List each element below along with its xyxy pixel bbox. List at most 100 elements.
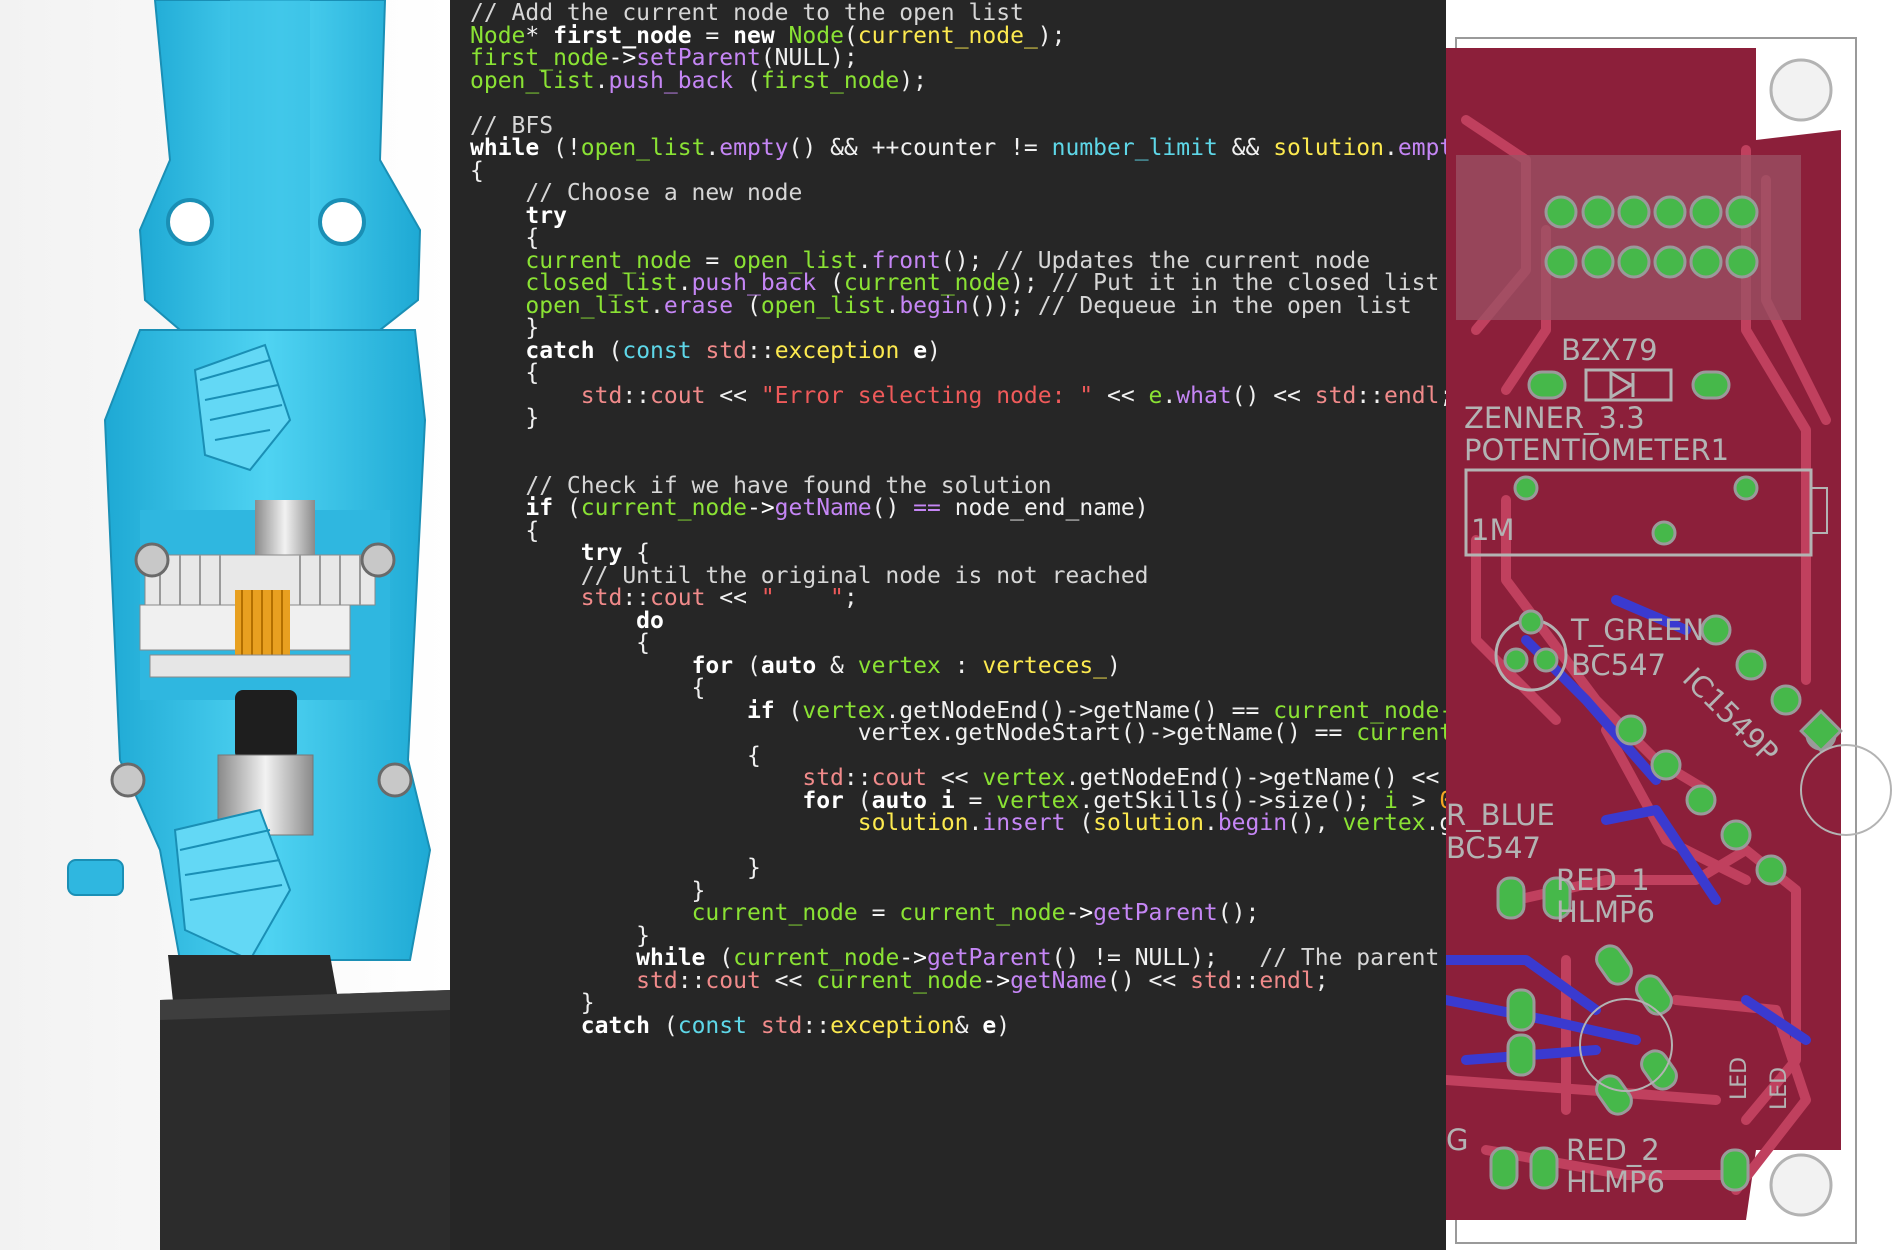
code-token: cout [650, 382, 706, 409]
code-token: :: [1231, 967, 1260, 994]
code-token: ; [1314, 967, 1329, 994]
code-token: const [622, 337, 692, 364]
code-line: std::cout << "Error selecting node: " <<… [470, 383, 1446, 410]
code-token: -> [1065, 900, 1094, 926]
code-token: ; [843, 585, 858, 611]
code-token: } [470, 405, 540, 431]
code-token: insert [982, 810, 1066, 836]
code-token: == [913, 495, 941, 521]
code-token: & [816, 652, 858, 679]
code-token: std [580, 382, 623, 409]
code-token: std [1314, 382, 1357, 409]
code-token: endl [1259, 967, 1315, 994]
code-token: . [968, 810, 983, 836]
code-token: e [913, 337, 928, 364]
pcb-label-bc547-b: BC547 [1446, 831, 1541, 865]
pcb-label-g: G [1446, 1123, 1468, 1157]
code-token: << [705, 585, 761, 611]
code-token: (); [1217, 900, 1260, 926]
code-line: while (!open_list.empty() && ++counter !… [470, 135, 1446, 162]
code-token: ( [733, 67, 761, 94]
code-token: open_list [470, 67, 595, 94]
code-token: . [1383, 135, 1398, 161]
pcb-label-potentiometer: POTENTIOMETER1 [1464, 433, 1729, 467]
code-token: . [705, 135, 720, 161]
code-token: ( [650, 1012, 678, 1039]
code-line: solution.insert (solution.begin(), verte… [470, 810, 1446, 837]
code-token: : [940, 652, 983, 679]
code-token: current_node [580, 495, 747, 521]
code-token: exception [830, 1012, 955, 1039]
code-token: empty [719, 135, 789, 161]
code-token: -> [982, 967, 1011, 994]
code-token: what [1176, 382, 1232, 409]
code-token: = [857, 900, 900, 926]
code-token: :: [677, 967, 706, 994]
code-token: & [954, 1012, 983, 1039]
code-token: number_limit [1051, 135, 1218, 161]
code-token: :: [802, 1012, 831, 1039]
code-token: std [760, 1012, 803, 1039]
code-token: first_node [760, 67, 900, 94]
code-token: e [1148, 382, 1163, 409]
code-token: ); [1037, 22, 1066, 49]
code-token: getParent [1093, 900, 1218, 926]
code-token: . [1203, 810, 1218, 836]
pcb-label-led-b: LED [1767, 1067, 1792, 1110]
code-token: :: [622, 382, 651, 409]
code-token: solution [857, 810, 969, 836]
code-token: open_list [525, 292, 651, 319]
code-token: << [705, 382, 761, 409]
code-token: ); [899, 67, 927, 94]
code-token: << [1093, 382, 1149, 409]
code-token: :: [747, 337, 775, 364]
code-token: . [594, 67, 609, 94]
pcb-label-bc547-a: BC547 [1571, 648, 1666, 682]
code-editor[interactable]: // Add the current node to the open list… [450, 0, 1446, 1250]
code-token: -> [746, 495, 775, 521]
code-token: << [760, 967, 817, 994]
code-token: e [982, 1012, 997, 1039]
robot-arm-render [0, 0, 450, 1250]
code-token: verteces_ [982, 652, 1108, 679]
code-token: // Dequeue in the open list [1037, 292, 1412, 319]
pcb-label-red-2: RED_2 [1566, 1133, 1660, 1167]
code-token: ( [733, 292, 761, 319]
code-token: current [1356, 720, 1446, 746]
code-token: begin [899, 292, 969, 319]
code-token: catch [580, 1012, 651, 1039]
code-token: std [1190, 967, 1232, 994]
code-token: . [1162, 382, 1177, 409]
code-token: current_node [816, 967, 983, 994]
code-token: . [885, 292, 900, 319]
code-token: () && ++counter != [788, 135, 1052, 161]
code-line: std::cout << current_node->getName() << … [470, 967, 1329, 995]
pcb-label-bzx79: BZX79 [1561, 333, 1658, 367]
code-token: vertex [857, 652, 941, 679]
pcb-label-red-1: RED_1 [1556, 863, 1650, 897]
code-token: current_node_ [857, 22, 1038, 49]
code-token: begin [1217, 810, 1288, 836]
pcb-label-zenner: ZENNER_3.3 [1464, 401, 1645, 435]
code-token: () [871, 495, 914, 521]
code-token: current_node [899, 900, 1066, 926]
code-line: open_list.erase (open_list.begin()); // … [470, 292, 1412, 320]
pcb-label-r-blue: R_BLUE [1446, 798, 1555, 832]
code-token: () << [1107, 967, 1191, 994]
pcb-label-1m: 1M [1471, 513, 1514, 547]
code-token: && [1217, 135, 1274, 161]
code-token: ()); [968, 292, 1038, 319]
code-token: getName [1010, 967, 1108, 994]
code-token: node_end_name) [940, 495, 1149, 521]
code-token: ( [553, 495, 581, 521]
code-token: open_list [760, 292, 886, 319]
code-token: current_node [691, 900, 858, 926]
code-token: "Error selecting node: " [760, 382, 1094, 409]
code-line: } [470, 405, 539, 432]
pcb-label-hlmp6-b: HLMP6 [1566, 1165, 1665, 1199]
code-token: solution [1093, 810, 1204, 836]
code-token: ; [1439, 383, 1446, 409]
code-line: if (current_node->getName() == node_end_… [470, 495, 1149, 522]
